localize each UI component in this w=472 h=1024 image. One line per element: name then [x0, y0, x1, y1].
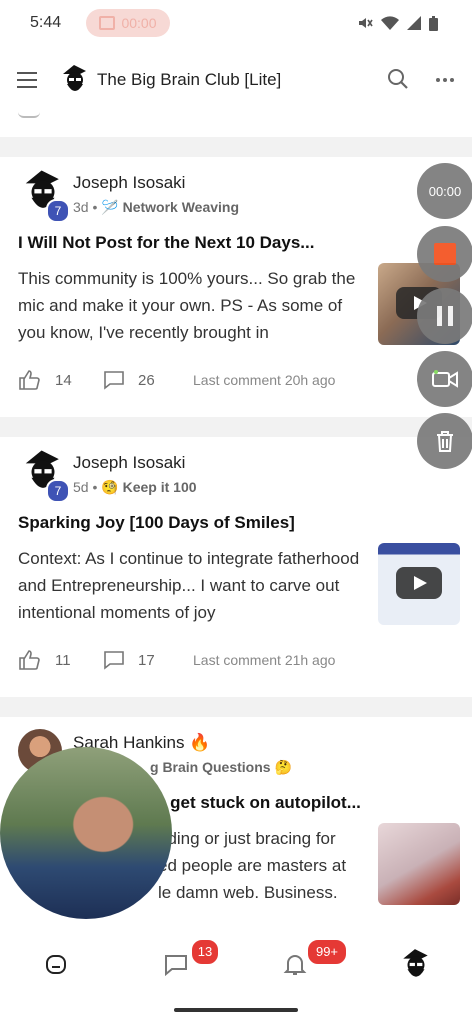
post-category[interactable]: Keep it 100 — [123, 479, 197, 495]
battery-icon — [429, 15, 438, 31]
chat-badge: 13 — [190, 938, 220, 966]
delete-recording-button[interactable] — [417, 413, 472, 469]
post-age: 3d — [73, 199, 89, 215]
toggle-camera-button[interactable] — [417, 351, 472, 407]
post-excerpt-line: ed people are masters at — [158, 856, 347, 875]
post-title[interactable]: n get stuck on autopilot... — [155, 793, 361, 813]
post-category[interactable]: g Brain Questions — [150, 759, 271, 775]
author-avatar[interactable]: 7 — [20, 169, 70, 223]
screen-record-icon — [99, 16, 116, 30]
trash-icon — [437, 431, 453, 452]
comment-icon — [104, 651, 124, 670]
home-icon — [46, 955, 66, 974]
category-icon: 🪡 — [101, 199, 119, 215]
home-indicator[interactable] — [174, 1008, 298, 1012]
chat-icon — [165, 955, 187, 977]
community-title[interactable]: The Big Brain Club [Lite] — [97, 70, 281, 90]
category-icon: 🧐 — [101, 479, 119, 495]
comment-button[interactable]: 26 — [103, 370, 155, 390]
post-actions: 14 26 Last comment 20h ago — [18, 370, 438, 394]
recorder-timer: 00:00 — [417, 163, 472, 219]
stop-record-button[interactable] — [417, 226, 472, 282]
status-bar: 5:44 00:00 — [0, 0, 472, 48]
system-icons — [357, 15, 438, 31]
post-excerpt-line: ading or just bracing for — [158, 829, 336, 848]
video-thumbnail[interactable] — [378, 543, 460, 625]
menu-icon[interactable] — [17, 72, 37, 93]
post-meta: g Brain Questions 🤔 — [150, 759, 292, 776]
comment-count: 17 — [138, 651, 155, 669]
last-comment: Last comment 21h ago — [193, 652, 336, 668]
stop-icon — [434, 243, 456, 265]
play-icon — [396, 567, 442, 599]
nav-profile[interactable] — [400, 948, 432, 987]
post-separator — [0, 697, 472, 717]
author-avatar[interactable]: 7 — [20, 449, 70, 503]
video-camera-icon — [432, 370, 458, 388]
like-count: 11 — [55, 651, 71, 669]
post-meta: 5d • 🧐 Keep it 100 — [73, 479, 197, 495]
post-separator — [0, 417, 472, 437]
previous-post-tail — [0, 112, 472, 137]
author-name[interactable]: Joseph Isosaki — [73, 173, 185, 193]
search-icon[interactable] — [387, 68, 409, 90]
more-options-icon[interactable] — [436, 78, 454, 82]
post-excerpt[interactable]: ading or just bracing for ed people are … — [158, 825, 368, 906]
post-card[interactable]: 7 Joseph Isosaki 3d • 🪡 Network Weaving … — [0, 157, 472, 417]
camera-preview-bubble[interactable] — [0, 747, 172, 919]
like-button[interactable]: 11 — [18, 650, 71, 670]
post-meta: 3d • 🪡 Network Weaving — [73, 199, 240, 215]
pause-icon — [437, 306, 453, 326]
bell-icon — [283, 955, 307, 975]
community-logo[interactable] — [60, 64, 90, 96]
post-excerpt[interactable]: Context: As I continue to integrate fath… — [18, 545, 368, 626]
post-age: 5d — [73, 479, 89, 495]
category-icon: 🤔 — [274, 759, 292, 775]
screen-record-chip[interactable]: 00:00 — [86, 9, 170, 37]
post-card[interactable]: 7 Joseph Isosaki 5d • 🧐 Keep it 100 Spar… — [0, 437, 472, 697]
signal-icon — [407, 16, 421, 30]
nav-home[interactable] — [44, 952, 68, 981]
post-actions: 11 17 Last comment 21h ago — [18, 650, 438, 674]
comment-count: 26 — [138, 371, 155, 389]
mute-icon — [359, 18, 373, 28]
post-title[interactable]: I Will Not Post for the Next 10 Days... — [18, 233, 314, 253]
screen-record-timer: 00:00 — [121, 15, 157, 31]
like-icon — [18, 112, 40, 118]
nav-notifications[interactable] — [283, 952, 307, 983]
like-button[interactable]: 14 — [18, 370, 72, 390]
post-excerpt[interactable]: This community is 100% yours... So grab … — [18, 265, 368, 346]
post-category[interactable]: Network Weaving — [123, 199, 239, 215]
nav-chat[interactable] — [163, 952, 189, 981]
thumbs-up-icon — [19, 370, 40, 390]
status-time: 5:44 — [30, 14, 62, 31]
recorder-timer-text: 00:00 — [428, 183, 462, 199]
post-title[interactable]: Sparking Joy [100 Days of Smiles] — [18, 513, 295, 533]
comment-icon — [104, 371, 124, 390]
like-count: 14 — [55, 371, 72, 389]
thumbs-up-icon — [19, 650, 40, 670]
last-comment: Last comment 20h ago — [193, 372, 336, 388]
profile-avatar-icon — [403, 949, 428, 977]
wifi-icon — [381, 16, 399, 30]
post-separator — [0, 137, 472, 157]
level-badge: 7 — [46, 199, 70, 223]
pause-record-button[interactable] — [417, 288, 472, 344]
level-badge: 7 — [46, 479, 70, 503]
author-name[interactable]: Joseph Isosaki — [73, 453, 185, 473]
post-thumbnail[interactable] — [378, 823, 460, 905]
notifications-badge: 99+ — [306, 938, 348, 966]
app-bar: The Big Brain Club [Lite] — [0, 48, 472, 112]
post-excerpt-line: le damn web. Business. — [158, 883, 338, 902]
comment-button[interactable]: 17 — [103, 650, 155, 670]
